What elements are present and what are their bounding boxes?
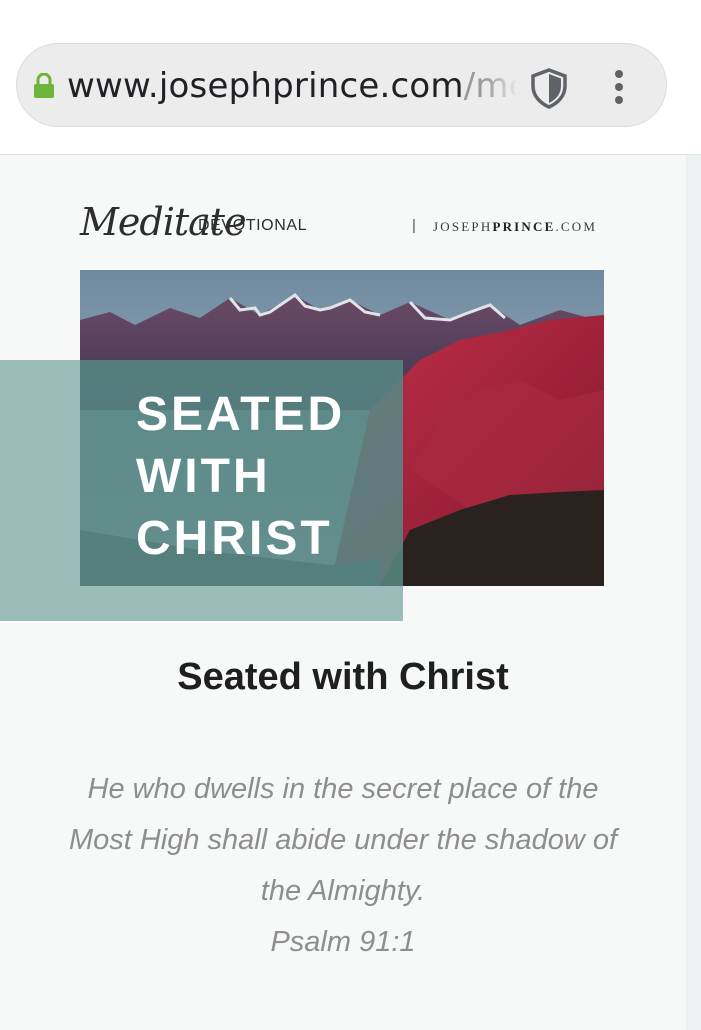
scroll-edge [686,155,701,1030]
address-bar[interactable]: www.josephprince.com/me [16,43,667,127]
site-logo-part-1: JOSEPH [433,219,493,234]
hero-title-line-3: CHRIST [136,512,333,565]
site-logo-bold: PRINCE [492,219,556,234]
devotional-brand-header: Meditate DEVOTIONAL | JOSEPHPRINCE.COM [80,198,610,248]
verse-line-1: He who dwells in the secret place of the [87,773,599,805]
hero-title: SEATED WITH CHRIST [136,384,396,570]
verse-line-3: the Almighty. [260,875,426,907]
url-fade [485,64,519,108]
site-logo-part-2: .COM [555,219,598,234]
lock-icon [34,73,54,98]
url-text[interactable]: www.josephprince.com/me [67,66,515,106]
url-host: www.josephprince.com [67,66,464,106]
kebab-menu-icon[interactable] [607,66,631,110]
site-logo-text[interactable]: JOSEPHPRINCE.COM [433,219,597,235]
shield-icon[interactable] [528,66,570,110]
verse-line-2: Most High shall abide under the shadow o… [68,824,618,856]
page-title: Seated with Christ [177,656,509,698]
hero-title-line-2: WITH [136,450,271,503]
devotional-label: DEVOTIONAL [198,217,308,234]
hero-title-line-1: SEATED [136,388,346,441]
scripture-verse: He who dwells in the secret place of the… [30,764,656,968]
browser-toolbar: www.josephprince.com/me [0,0,701,155]
verse-reference: Psalm 91:1 [270,926,416,958]
brand-separator: | [412,217,416,234]
